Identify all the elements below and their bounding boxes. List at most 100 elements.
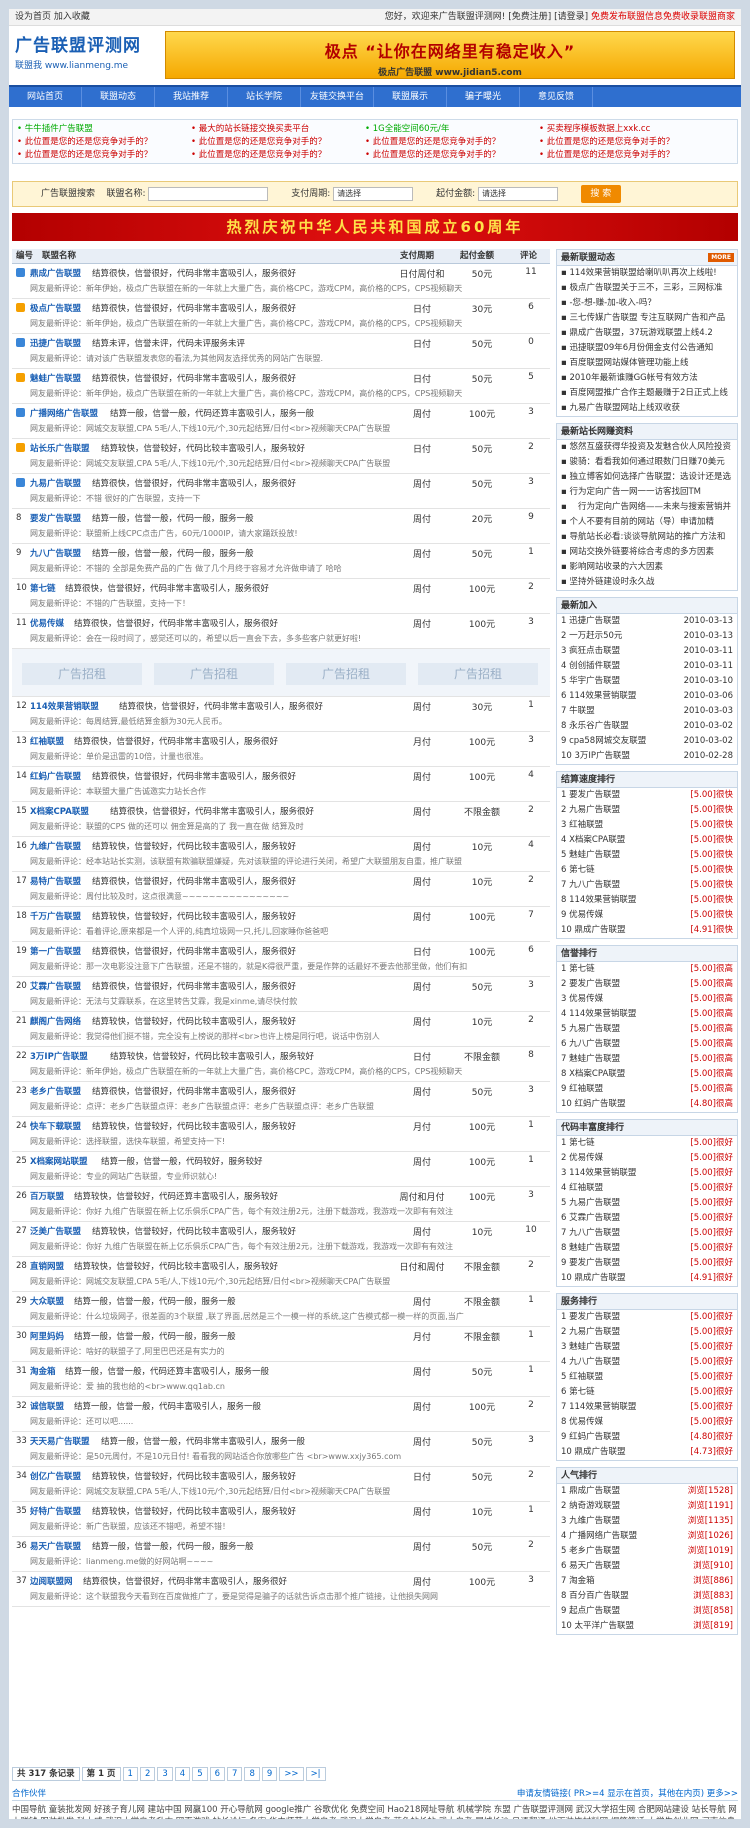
comment-count[interactable]: 2: [518, 1400, 544, 1410]
more-link[interactable]: MORE: [708, 253, 734, 262]
sidebar-rank-item[interactable]: 10 鼎成广告联盟 [4.91]很快: [557, 923, 737, 938]
text-link-ad[interactable]: • 牛牛插件广告联盟: [17, 123, 191, 136]
latest-comment[interactable]: 网友最新评论：啥好的联盟子了,阿里巴巴还是有实力的: [30, 1346, 535, 1357]
latest-comment[interactable]: 网友最新评论：lianmeng.me做的好网站啊~~~~: [30, 1556, 535, 1567]
sidebar-rank-item[interactable]: 4 X档案CPA联盟 [5.00]很快: [557, 833, 737, 848]
page-link[interactable]: 8: [244, 1767, 260, 1781]
latest-comment[interactable]: 网友最新评论：新年伊始，极点广告联盟在新的一年就上大量广告，高价格CPC，游戏C…: [30, 1066, 535, 1077]
comment-count[interactable]: 1: [518, 700, 544, 710]
comment-count[interactable]: 1: [518, 1295, 544, 1305]
comment-count[interactable]: 2: [518, 1470, 544, 1480]
search-button[interactable]: 搜 索: [580, 184, 621, 203]
union-name-link[interactable]: 泛美广告联盟: [30, 1225, 81, 1237]
sidebar-rank-item[interactable]: 2 一万赶示50元 2010-03-13: [557, 629, 737, 644]
sidebar-link[interactable]: ▪ 百度联盟网站媒体管理功能上线: [557, 356, 737, 371]
sidebar-link[interactable]: ▪ 网站交换外链要将综合考虑的多方因素: [557, 545, 737, 560]
comment-count[interactable]: 2: [518, 1260, 544, 1270]
union-name-link[interactable]: 直销网盟: [30, 1260, 64, 1272]
sidebar-rank-item[interactable]: 3 红袖联盟 [5.00]很快: [557, 818, 737, 833]
page-link[interactable]: >>: [279, 1767, 304, 1781]
sidebar-rank-item[interactable]: 2 要发广告联盟 [5.00]很高: [557, 977, 737, 992]
page-link[interactable]: 3: [157, 1767, 173, 1781]
comment-count[interactable]: 2: [518, 875, 544, 885]
partner-links[interactable]: 中国导航 童装批发网 好孩子育儿网 建站中国 网赢100 开心导航网 googl…: [12, 1804, 738, 1819]
comment-count[interactable]: 3: [518, 1190, 544, 1200]
latest-comment[interactable]: 网友最新评论：经本站站长实测，该联盟有欺骗联盟嫌疑，先对该联盟的评论进行关闭，希…: [30, 856, 535, 867]
comment-count[interactable]: 4: [518, 770, 544, 780]
page-link[interactable]: 7: [227, 1767, 243, 1781]
comment-count[interactable]: 1: [518, 1330, 544, 1340]
page-link[interactable]: 2: [139, 1767, 156, 1781]
sidebar-rank-item[interactable]: 8 百分百广告联盟 浏览[883]: [557, 1589, 737, 1604]
text-link-ad[interactable]: • 此位置是您的还是您竞争对手的？: [539, 136, 713, 149]
sidebar-rank-item[interactable]: 5 九易广告联盟 [5.00]很高: [557, 1022, 737, 1037]
comment-count[interactable]: 2: [518, 442, 544, 452]
sidebar-rank-item[interactable]: 1 要发广告联盟 [5.00]很好: [557, 1310, 737, 1325]
comment-count[interactable]: 6: [518, 945, 544, 955]
nav-item[interactable]: 骗子曝光: [447, 87, 520, 107]
union-name-link[interactable]: 要发广告联盟: [30, 512, 81, 524]
union-name-link[interactable]: 边阅联盟网: [30, 1575, 73, 1587]
sidebar-rank-item[interactable]: 7 九八广告联盟 [5.00]很快: [557, 878, 737, 893]
comment-count[interactable]: 3: [518, 980, 544, 990]
comment-count[interactable]: 1: [518, 547, 544, 557]
union-name-link[interactable]: 红袖联盟: [30, 735, 64, 747]
text-link-ad[interactable]: • 此位置是您的还是您竞争对手的？: [17, 136, 191, 149]
union-name-link[interactable]: 百万联盟: [30, 1190, 64, 1202]
union-name-link[interactable]: 极点广告联盟: [30, 302, 81, 314]
sidebar-rank-item[interactable]: 7 淘金箱 浏览[886]: [557, 1574, 737, 1589]
comment-count[interactable]: 2: [518, 1015, 544, 1025]
sidebar-link[interactable]: ▪ 行为定向广告一网一一访客找回TM: [557, 485, 737, 500]
sidebar-rank-item[interactable]: 3 114效果营销联盟 [5.00]很好: [557, 1166, 737, 1181]
page-link[interactable]: 5: [192, 1767, 208, 1781]
festival-banner[interactable]: 热烈庆祝中华人民共和国成立60周年: [12, 213, 738, 241]
page-link[interactable]: 1: [122, 1767, 138, 1781]
union-name-link[interactable]: 第七链: [30, 582, 56, 594]
text-link-ad[interactable]: • 此位置是您的还是您竞争对手的？: [539, 149, 713, 162]
comment-count[interactable]: 1: [518, 1120, 544, 1130]
sidebar-rank-item[interactable]: 6 第七链 [5.00]很好: [557, 1385, 737, 1400]
union-name-link[interactable]: 快车下载联盟: [30, 1120, 81, 1132]
sidebar-link[interactable]: ▪ -您-想-赚-加-收入-吗？: [557, 296, 737, 311]
sidebar-rank-item[interactable]: 9 红袖联盟 [5.00]很高: [557, 1082, 737, 1097]
comment-count[interactable]: 2: [518, 582, 544, 592]
comment-count[interactable]: 0: [518, 337, 544, 347]
sidebar-link[interactable]: ▪ 行为定向广告网络——未来与搜索营销并: [557, 500, 737, 515]
comment-count[interactable]: 3: [518, 617, 544, 627]
nav-item[interactable]: 友链交换平台: [301, 87, 374, 107]
sidebar-rank-item[interactable]: 10 鼎成广告联盟 [4.91]很好: [557, 1271, 737, 1286]
latest-comment[interactable]: 网友最新评论：单价是迅雷的10倍，计量也很准。: [30, 751, 535, 762]
site-logo[interactable]: 广告联盟评测网 联盟我 www.lianmeng.me: [15, 31, 155, 79]
sidebar-link[interactable]: ▪ 百度网盟推广合作主题最赚于2日正式上线: [557, 386, 737, 401]
latest-comment[interactable]: 网友最新评论：点评：老乡广告联盟点评：老乡广告联盟点评：老乡广告联盟点评：老乡广…: [30, 1101, 535, 1112]
sidebar-rank-item[interactable]: 8 魅蛙广告联盟 [5.00]很好: [557, 1241, 737, 1256]
sidebar-link[interactable]: ▪ 鼎成广告联盟，37玩游戏联盟上线4.2: [557, 326, 737, 341]
text-link-ad[interactable]: • 此位置是您的还是您竞争对手的？: [17, 149, 191, 162]
page-link[interactable]: 9: [261, 1767, 278, 1781]
latest-comment[interactable]: 网友最新评论：看着评论,原来都是一个人评的,纯真垃圾网一只,托儿,回家睡你爸爸吧: [30, 926, 535, 937]
latest-comment[interactable]: 网友最新评论：是50元周付，不是10元日付! 看看我的网站适合你放哪些广告 <b…: [30, 1451, 535, 1462]
nav-item[interactable]: 联盟动态: [82, 87, 155, 107]
sidebar-link[interactable]: ▪ 导航站长必看:谈谈导航网站的推广方法和: [557, 530, 737, 545]
sidebar-rank-item[interactable]: 3 疯狂点击联盟 2010-03-11: [557, 644, 737, 659]
comment-count[interactable]: 3: [518, 477, 544, 487]
nav-item[interactable]: 联盟展示: [374, 87, 447, 107]
union-name-link[interactable]: 鼎成广告联盟: [30, 267, 81, 279]
sidebar-rank-item[interactable]: 7 牛联盟 2010-03-03: [557, 704, 737, 719]
sidebar-link[interactable]: ▪ 悠然互盛获得华投资及发魅合伙人风险投资: [557, 440, 737, 455]
period-select[interactable]: 请选择: [333, 186, 414, 201]
union-name-link[interactable]: 站长乐广告联盟: [30, 442, 90, 454]
sidebar-rank-item[interactable]: 3 九维广告联盟 浏览[1135]: [557, 1514, 737, 1529]
latest-comment[interactable]: 网友最新评论：周付比较及时，这点很满意~~~~~~~~~~~~~~~~: [30, 891, 535, 902]
apply-link[interactable]: 申请友情链接( PR>=4 显示在首页，其他在内页) 更多>>: [517, 1787, 738, 1799]
latest-comment[interactable]: 网友最新评论：网城交友联盟,CPA 5毛/人,下线10元/个,30元起结算/日付…: [30, 1486, 535, 1497]
latest-comment[interactable]: 网友最新评论：会在一段时间了，感觉还可以的，希望以后一直会下去，多多些客户就更好…: [30, 633, 535, 644]
comment-count[interactable]: 3: [518, 735, 544, 745]
union-name-link[interactable]: 魅蛙广告联盟: [30, 372, 81, 384]
sidebar-link[interactable]: ▪ 坚持外链建设时永久战: [557, 575, 737, 590]
sidebar-rank-item[interactable]: 5 九易广告联盟 [5.00]很好: [557, 1196, 737, 1211]
sidebar-link[interactable]: ▪ 个人不要有目前的网站（导）申请加精: [557, 515, 737, 530]
sidebar-rank-item[interactable]: 6 九八广告联盟 [5.00]很高: [557, 1037, 737, 1052]
comment-count[interactable]: 3: [518, 1575, 544, 1585]
latest-comment[interactable]: 网友最新评论：我觉得他们挺不错，完全没有上榜说的那样<br>也许上榜是同行吧，说…: [30, 1031, 535, 1042]
